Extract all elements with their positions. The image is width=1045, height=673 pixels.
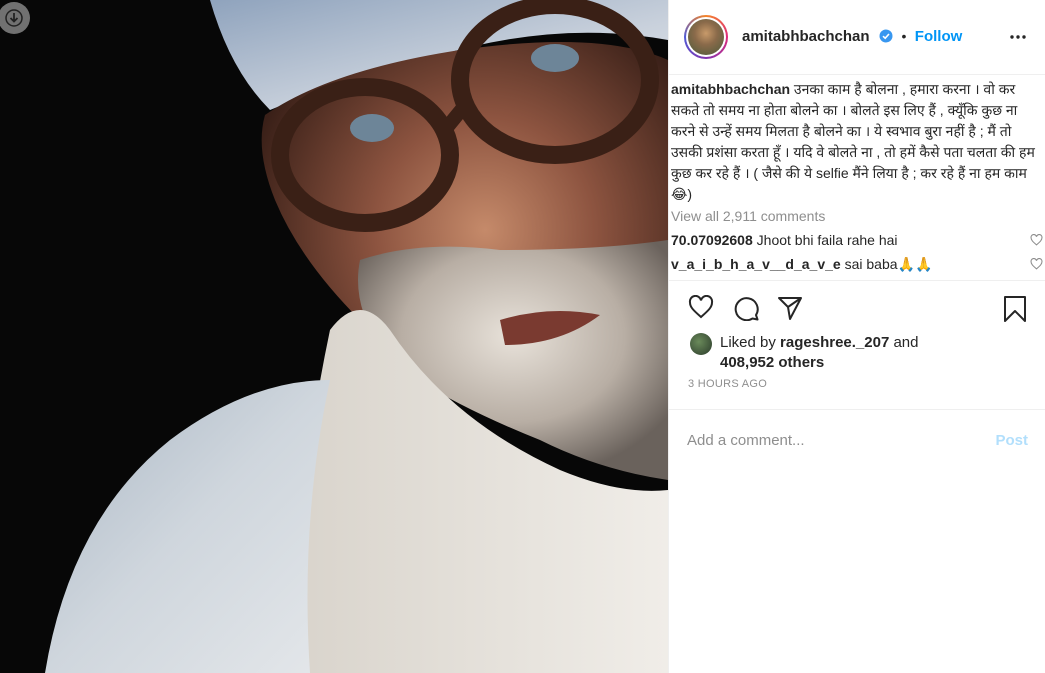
liker-avatar[interactable] xyxy=(690,333,712,355)
post-timestamp[interactable]: 3 HOURS AGO xyxy=(669,378,1045,390)
download-icon xyxy=(5,9,23,27)
likes-count[interactable]: 408,952 others xyxy=(720,354,824,371)
liked-by-prefix: Liked by xyxy=(720,334,781,351)
follow-button[interactable]: Follow xyxy=(915,28,963,45)
bookmark-icon[interactable] xyxy=(1003,295,1027,323)
post-actions xyxy=(669,281,1045,333)
verified-badge-icon xyxy=(879,29,893,43)
photo-illustration xyxy=(0,0,668,673)
heart-icon[interactable] xyxy=(688,295,714,319)
post-header: amitabhbachchan • Follow xyxy=(669,0,1045,75)
caption-text: उनका काम है बोलना , हमारा करना । वो कर स… xyxy=(671,81,1035,202)
comment-text: sai baba🙏🙏 xyxy=(844,256,933,272)
comment-text: Jhoot bhi faila rahe hai xyxy=(756,232,898,248)
comment-username[interactable]: v_a_i_b_h_a_v__d_a_v_e xyxy=(671,256,841,272)
caption: amitabhbachchan उनका काम है बोलना , हमार… xyxy=(671,79,1045,205)
likes-summary: Liked by rageshree._207 and 408,952 othe… xyxy=(669,333,1045,373)
post-photo[interactable] xyxy=(0,0,668,673)
avatar[interactable] xyxy=(684,15,728,59)
comment-item: 70.07092608 Jhoot bhi faila rahe hai xyxy=(671,230,1045,250)
comment-input[interactable]: Add a comment... xyxy=(687,432,995,449)
comment-icon[interactable] xyxy=(732,295,760,321)
post-comment-button[interactable]: Post xyxy=(995,432,1028,449)
share-icon[interactable] xyxy=(777,295,803,321)
view-all-comments-link[interactable]: View all 2,911 comments xyxy=(671,206,1045,226)
separator-dot: • xyxy=(901,28,907,44)
add-comment-bar: Add a comment... Post xyxy=(669,409,1045,471)
caption-username[interactable]: amitabhbachchan xyxy=(671,81,790,97)
post-side-panel: amitabhbachchan • Follow amitabhbachchan… xyxy=(668,0,1045,673)
comment-like-heart-icon[interactable] xyxy=(1030,234,1043,246)
liked-by-and: and xyxy=(889,334,919,351)
username[interactable]: amitabhbachchan xyxy=(742,28,870,45)
more-options-icon[interactable] xyxy=(1009,28,1027,46)
comment-item: v_a_i_b_h_a_v__d_a_v_e sai baba🙏🙏 xyxy=(671,254,1045,274)
comments-section: amitabhbachchan उनका काम है बोलना , हमार… xyxy=(669,75,1045,281)
liked-by-user[interactable]: rageshree._207 xyxy=(780,334,889,351)
comment-like-heart-icon[interactable] xyxy=(1030,258,1043,270)
comment-username[interactable]: 70.07092608 xyxy=(671,232,753,248)
